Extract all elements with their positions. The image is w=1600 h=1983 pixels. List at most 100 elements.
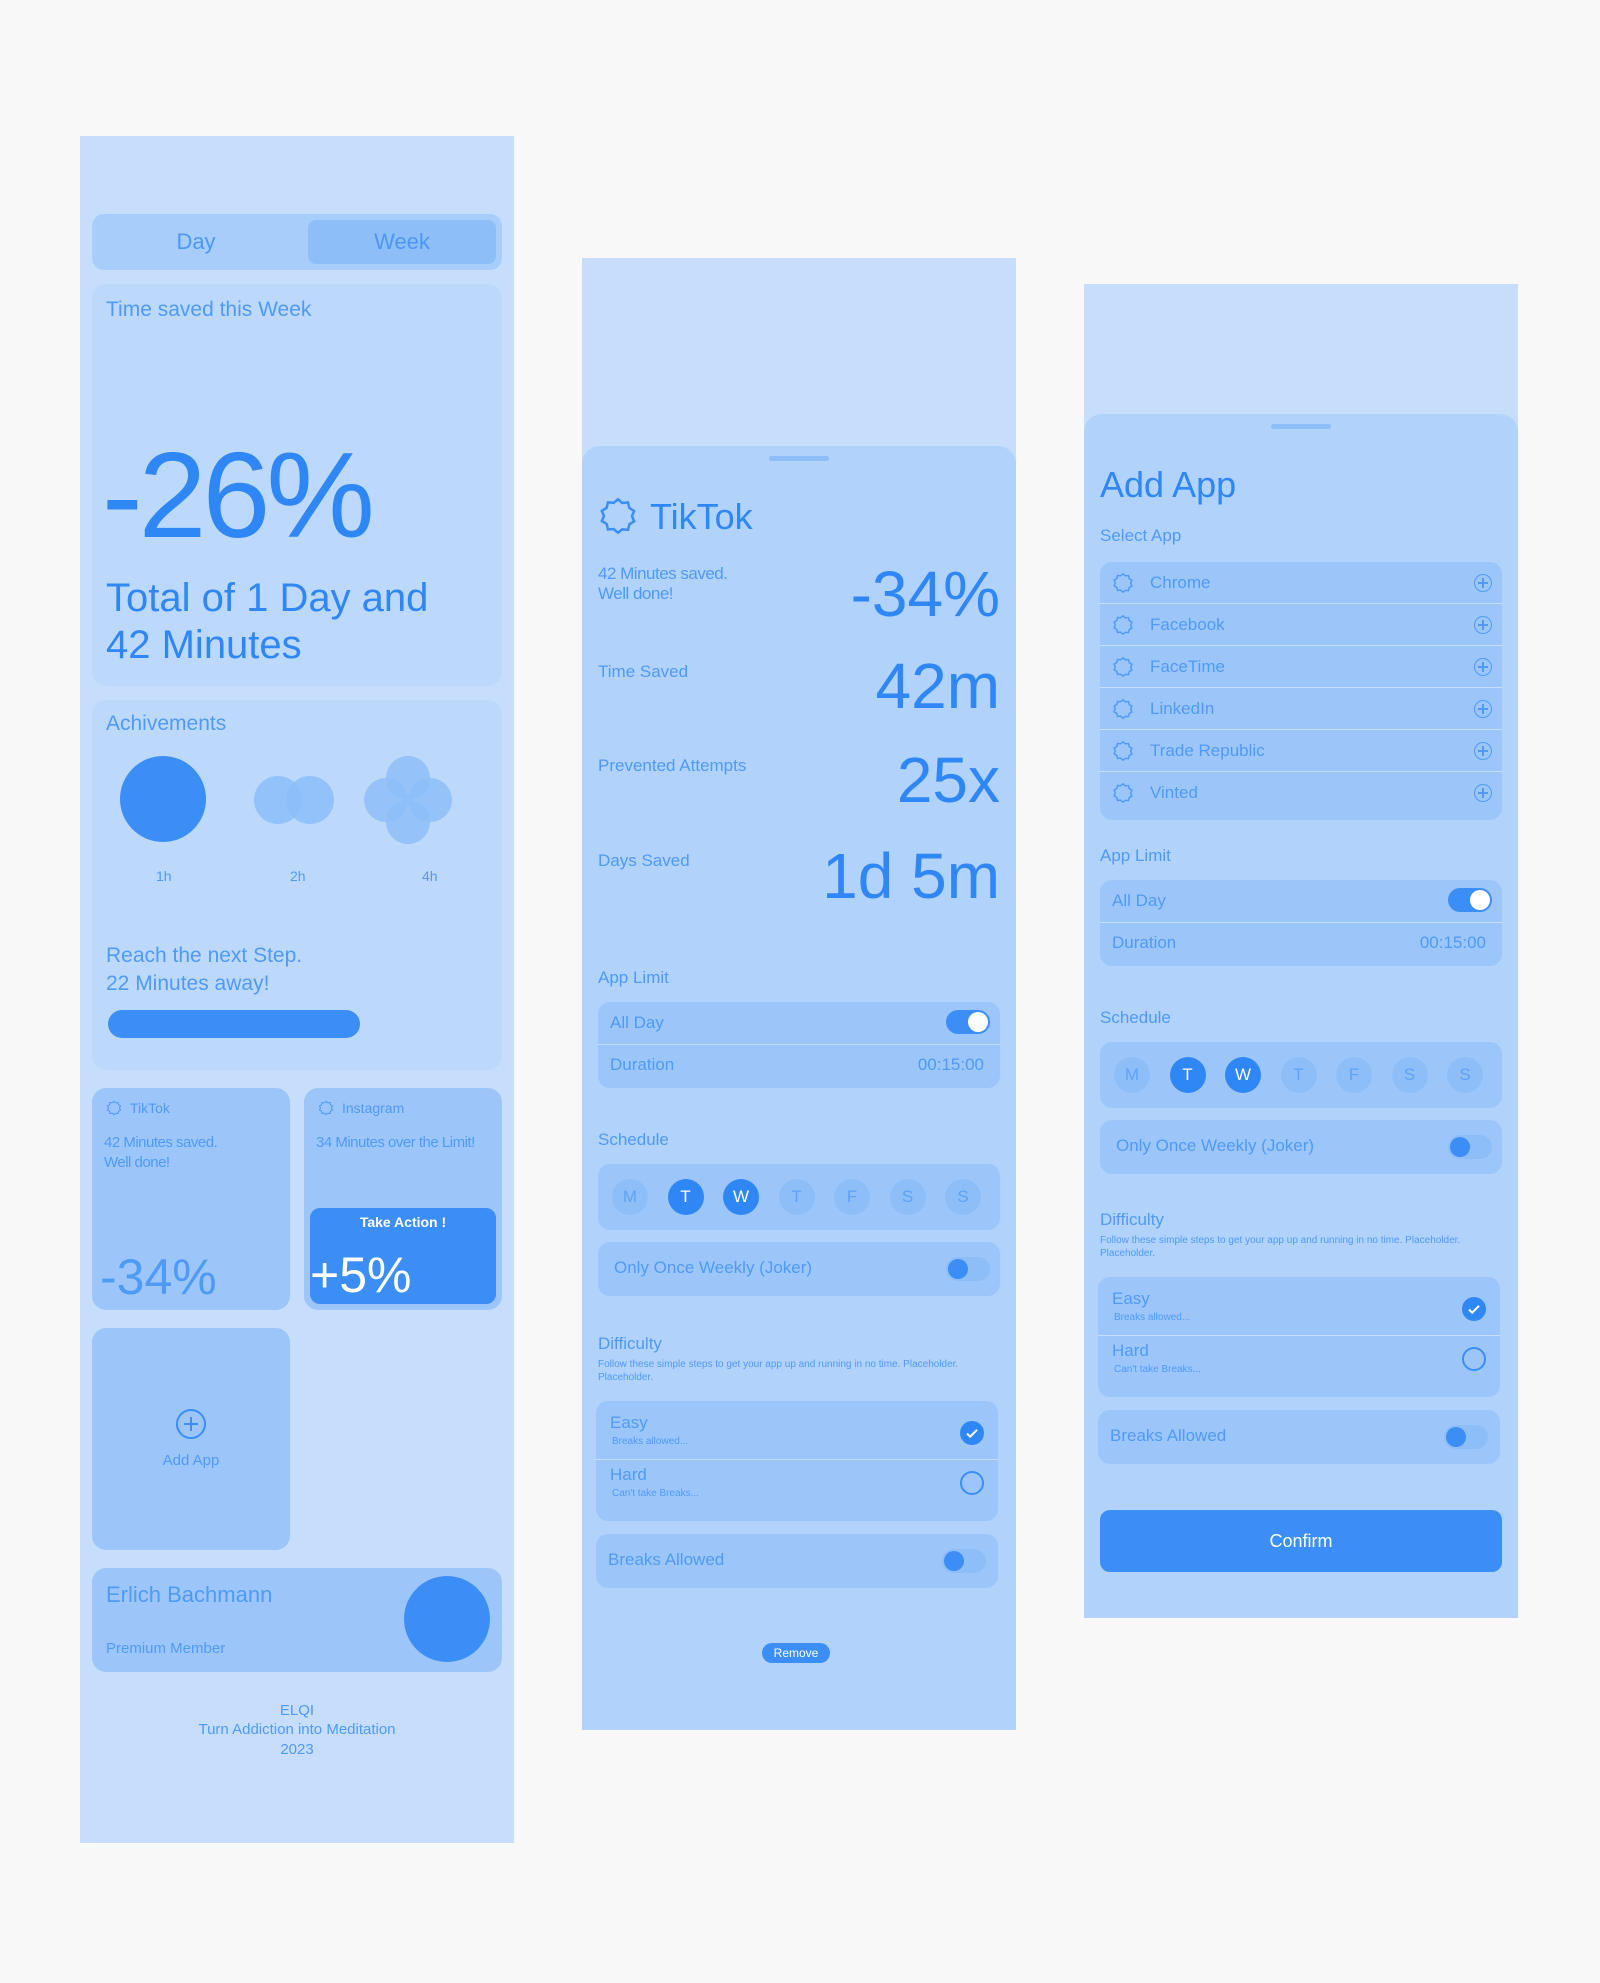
- difficulty-easy-label[interactable]: Easy: [610, 1413, 648, 1433]
- instagram-card-app: Instagram: [342, 1100, 405, 1116]
- add-app-label: Add App: [162, 1452, 220, 1469]
- all-day-label: All Day: [1112, 891, 1166, 910]
- day-chip[interactable]: W: [1225, 1057, 1261, 1093]
- footer-tagline: Turn Addiction into Meditation: [198, 1721, 396, 1738]
- saved-percent: -34%: [850, 558, 1000, 630]
- stat-value-days-saved: 1d 5m: [822, 840, 1000, 912]
- day-chip[interactable]: T: [1169, 1057, 1206, 1093]
- day-chip[interactable]: T: [667, 1179, 704, 1215]
- difficulty-hard-label[interactable]: Hard: [610, 1465, 647, 1485]
- plus-circle-icon: [176, 1409, 206, 1439]
- app-limit-group: All Day Duration 00:15:00: [598, 1002, 1000, 1088]
- day-chip[interactable]: T: [1280, 1057, 1317, 1093]
- take-action-label: Take Action !: [359, 1214, 447, 1230]
- app-badge-icon: [1112, 698, 1134, 725]
- day-chip[interactable]: F: [834, 1179, 870, 1215]
- duration-value[interactable]: 00:15:00: [1420, 933, 1486, 953]
- day-chip[interactable]: W: [723, 1179, 759, 1215]
- segment-day[interactable]: Day: [98, 220, 294, 264]
- day-chip[interactable]: S: [889, 1179, 926, 1215]
- time-saved-percent: -26%: [102, 427, 375, 563]
- difficulty-desc: Follow these simple steps to get your ap…: [1100, 1235, 1461, 1259]
- segment-week[interactable]: Week: [308, 220, 496, 264]
- plus-circle-icon[interactable]: [1474, 742, 1492, 760]
- difficulty-hard-label[interactable]: Hard: [1112, 1341, 1149, 1361]
- divider: [598, 1044, 1000, 1045]
- app-list: Chrome Facebook FaceTime LinkedIn Trade Repu…: [1100, 562, 1502, 820]
- breaks-toggle[interactable]: [942, 1549, 986, 1573]
- radio-unchecked-icon[interactable]: [1462, 1347, 1486, 1371]
- achievement-label-1h: 1h: [156, 868, 172, 884]
- instagram-badge-icon: [318, 1100, 334, 1116]
- all-day-toggle[interactable]: [1448, 888, 1492, 912]
- confirm-label: Confirm: [1269, 1531, 1333, 1551]
- breaks-toggle[interactable]: [1444, 1425, 1488, 1449]
- next-step-line2: 22 Minutes away!: [106, 972, 270, 995]
- grab-handle[interactable]: [1271, 424, 1331, 429]
- app-detail-sheet: TikTok 42 Minutes saved. Well done! -34%…: [582, 446, 1016, 1730]
- avatar[interactable]: [404, 1576, 490, 1662]
- app-list-item[interactable]: Chrome: [1100, 562, 1502, 604]
- confirm-button[interactable]: Confirm: [1100, 1510, 1502, 1572]
- plus-circle-icon[interactable]: [1474, 700, 1492, 718]
- profile-card[interactable]: Erlich Bachmann Premium Member: [92, 1568, 502, 1672]
- check-icon[interactable]: [960, 1421, 984, 1445]
- app-list-item[interactable]: LinkedIn: [1100, 688, 1502, 730]
- take-action-button[interactable]: Take Action ! +5%: [310, 1208, 496, 1304]
- plus-circle-icon[interactable]: [1474, 616, 1492, 634]
- screen-add-app: Add App Select App Chrome Facebook FaceTim…: [1084, 284, 1518, 1618]
- achievement-label-4h: 4h: [422, 868, 438, 884]
- day-chip[interactable]: T: [778, 1179, 815, 1215]
- app-list-item[interactable]: FaceTime: [1100, 646, 1502, 688]
- select-app-label: Select App: [1100, 526, 1182, 545]
- tiktok-badge-icon: [600, 497, 636, 535]
- plus-circle-icon[interactable]: [1474, 574, 1492, 592]
- grab-handle[interactable]: [769, 456, 829, 461]
- difficulty-desc: Follow these simple steps to get your ap…: [598, 1359, 959, 1383]
- stat-label-time-saved: Time Saved: [598, 662, 689, 681]
- plus-circle-icon[interactable]: [1474, 784, 1492, 802]
- check-icon[interactable]: [1462, 1297, 1486, 1321]
- day-chip[interactable]: M: [1114, 1057, 1150, 1093]
- add-app-card[interactable]: Add App: [92, 1328, 290, 1550]
- difficulty-hard-sub: Can't take Breaks...: [612, 1488, 699, 1499]
- day-chip[interactable]: S: [1391, 1057, 1428, 1093]
- app-list-item-label: LinkedIn: [1150, 699, 1215, 718]
- duration-value[interactable]: 00:15:00: [918, 1055, 984, 1075]
- app-badge-icon: [1112, 782, 1134, 809]
- day-chip[interactable]: S: [945, 1179, 981, 1215]
- next-step-progress-fill: [108, 1010, 360, 1038]
- instagram-summary-card[interactable]: Instagram 34 Minutes over the Limit! Tak…: [304, 1088, 502, 1310]
- plus-circle-icon[interactable]: [1474, 658, 1492, 676]
- schedule-days-group: MTWTFSS: [1100, 1042, 1502, 1108]
- joker-toggle[interactable]: [1448, 1135, 1492, 1159]
- remove-button[interactable]: Remove: [762, 1643, 830, 1663]
- tiktok-card-app: TikTok: [130, 1100, 170, 1116]
- saved-line1: 42 Minutes saved.: [598, 564, 728, 583]
- profile-name: Erlich Bachmann: [106, 1582, 273, 1607]
- radio-unchecked-icon[interactable]: [960, 1471, 984, 1495]
- day-chip[interactable]: S: [1447, 1057, 1483, 1093]
- tiktok-summary-card[interactable]: TikTok 42 Minutes saved. Well done! -34%: [92, 1088, 290, 1310]
- add-app-sheet: Add App Select App Chrome Facebook FaceTim…: [1084, 414, 1518, 1618]
- tiktok-card-line2: Well done!: [104, 1154, 170, 1171]
- day-chip[interactable]: M: [612, 1179, 648, 1215]
- app-list-item[interactable]: Vinted: [1100, 772, 1502, 814]
- app-list-item[interactable]: Trade Republic: [1100, 730, 1502, 772]
- achievements-card: Achivements 1h 2h 4h Reach the next Step…: [92, 700, 502, 1070]
- joker-label: Only Once Weekly (Joker): [614, 1258, 813, 1277]
- app-list-item-label: Chrome: [1150, 573, 1211, 592]
- joker-toggle[interactable]: [946, 1257, 990, 1281]
- difficulty-group: Easy Breaks allowed... Hard Can't take B…: [1098, 1277, 1500, 1397]
- app-list-item[interactable]: Facebook: [1100, 604, 1502, 646]
- day-chip[interactable]: F: [1336, 1057, 1372, 1093]
- saved-line2: Well done!: [598, 584, 674, 603]
- next-step-line1: Reach the next Step.: [106, 944, 303, 967]
- all-day-toggle[interactable]: [946, 1010, 990, 1034]
- achievement-label-2h: 2h: [290, 868, 306, 884]
- achievement-1h-icon: [120, 756, 206, 842]
- time-saved-card: Time saved this Week -26% Total of 1 Day…: [92, 284, 502, 686]
- difficulty-hard-sub: Can't take Breaks...: [1114, 1364, 1201, 1375]
- stat-label-days-saved: Days Saved: [598, 851, 690, 870]
- difficulty-easy-label[interactable]: Easy: [1112, 1289, 1150, 1309]
